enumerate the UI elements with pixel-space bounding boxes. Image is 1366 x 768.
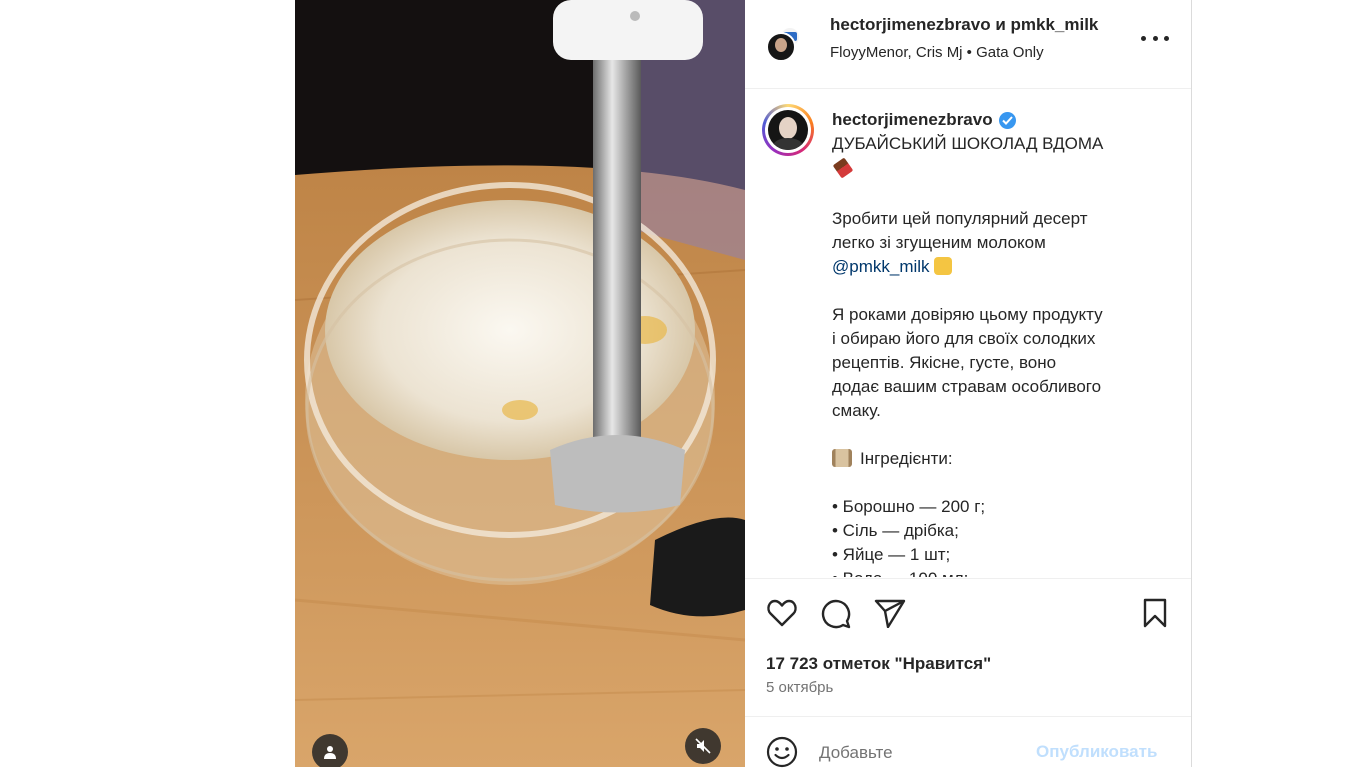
caption-username-row: hectorjimenezbravo xyxy=(832,110,1016,130)
more-options-button[interactable] xyxy=(1141,28,1169,48)
comment-bar: Опубликовать xyxy=(745,716,1191,768)
comment-icon[interactable] xyxy=(820,598,852,630)
caption-title: ДУБАЙСЬКИЙ ШОКОЛАД ВДОМА xyxy=(832,134,1104,153)
mute-toggle-button[interactable] xyxy=(685,728,721,764)
smiley-icon[interactable] xyxy=(766,736,798,768)
caption-line: Зробити цей популярний десерт xyxy=(832,209,1088,228)
audio-track[interactable]: FloyyMenor, Cris Mj • Gata Only xyxy=(830,44,1044,61)
post-date[interactable]: 5 октябрь xyxy=(766,679,833,696)
thumbs-up-emoji-icon xyxy=(933,257,952,275)
caption-line: рецептів. Якісне, густе, воно xyxy=(832,353,1057,372)
mention-link[interactable]: @pmkk_milk xyxy=(832,257,930,276)
caption-line: і обираю його для своїх солодких xyxy=(832,329,1096,348)
post-comment-button[interactable]: Опубликовать xyxy=(1036,742,1157,762)
ingredients-heading: Інгредієнти: xyxy=(860,449,953,468)
caption-line: додає вашим стравам особливого xyxy=(832,377,1102,396)
video-frame xyxy=(295,0,745,767)
post-header: hectorjimenezbravo и pmkk_milk FloyyMeno… xyxy=(745,0,1191,89)
ingredient-item: • Борошно — 200 г; xyxy=(832,497,986,516)
caption-line: Я роками довіряю цьому продукту xyxy=(832,305,1103,324)
avatar-photo xyxy=(773,117,803,150)
more-horizontal-icon xyxy=(1141,35,1146,41)
caption-text: ДУБАЙСЬКИЙ ШОКОЛАД ВДОМА Зробити цей поп… xyxy=(832,132,1152,577)
post-video[interactable] xyxy=(295,0,745,767)
caption-section: hectorjimenezbravo ДУБАЙСЬКИЙ ШОКОЛАД ВД… xyxy=(745,89,1191,577)
caption-line: легко зі згущеним молоком xyxy=(832,233,1046,252)
caption-line: смаку. xyxy=(832,401,881,420)
caption-username[interactable]: hectorjimenezbravo xyxy=(832,110,993,130)
comment-input[interactable] xyxy=(819,741,1019,765)
muted-speaker-icon xyxy=(695,738,711,754)
heart-icon[interactable] xyxy=(766,598,798,628)
bookmark-icon[interactable] xyxy=(1142,598,1168,628)
ingredient-item: • Сіль — дрібка; xyxy=(832,521,959,540)
post-actions: 17 723 отметок "Нравится" 5 октябрь xyxy=(745,578,1191,717)
ingredient-item: • Вода — 100 мл; xyxy=(832,567,1152,577)
ingredient-item: • Яйце — 1 шт; xyxy=(832,545,951,564)
scroll-emoji-icon xyxy=(832,449,852,467)
user-tag-icon xyxy=(324,746,336,759)
collab-avatar[interactable] xyxy=(765,26,801,62)
chocolate-emoji-icon xyxy=(832,157,854,179)
send-icon[interactable] xyxy=(874,598,906,628)
user-tag-button[interactable] xyxy=(312,734,348,767)
header-usernames[interactable]: hectorjimenezbravo и pmkk_milk xyxy=(830,15,1122,35)
verified-badge-icon xyxy=(998,111,1016,129)
likes-count[interactable]: 17 723 отметок "Нравится" xyxy=(766,654,991,674)
post-info-panel: hectorjimenezbravo и pmkk_milk FloyyMeno… xyxy=(745,0,1192,768)
author-avatar[interactable] xyxy=(762,104,814,156)
